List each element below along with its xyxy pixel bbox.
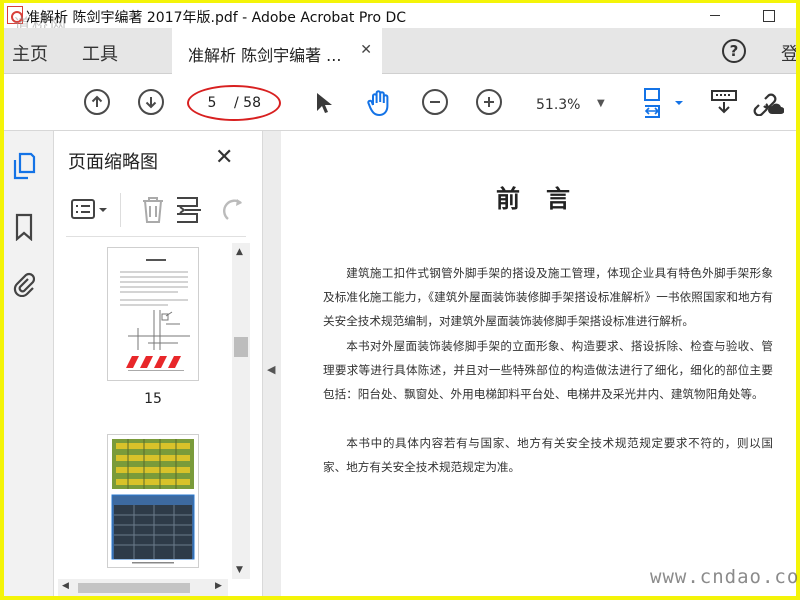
thumbnail-16-preview [111, 439, 195, 564]
thumbnail-page-label: 15 [144, 391, 162, 407]
panel-toolbar [66, 187, 246, 237]
select-arrow-icon[interactable] [314, 91, 332, 119]
attachment-icon[interactable] [10, 268, 38, 298]
document-paragraph: 本书中的具体内容若有与国家、地方有关安全技术规范规定要求不符的，则以国家、地方有… [323, 436, 773, 475]
zoom-dropdown-icon[interactable]: ▼ [597, 98, 605, 109]
page-navigator: / 58 [187, 85, 281, 121]
arrow-up-circle-icon[interactable] [84, 89, 110, 115]
bookmark-icon[interactable] [10, 212, 38, 242]
page-number-input[interactable] [197, 92, 227, 114]
insert-page-icon[interactable] [174, 195, 204, 229]
thumbnail-15-preview [120, 259, 190, 371]
thumbnail-options-icon[interactable] [70, 198, 110, 226]
maximize-button[interactable] [746, 3, 792, 28]
tab-document-label: 准解析 陈剑宇编著 ... [188, 46, 342, 65]
zoom-value[interactable]: 51.3% [536, 97, 580, 113]
toolbar: / 58 51.3% ▼ [4, 74, 796, 131]
zoom-out-icon[interactable] [422, 89, 448, 115]
scroll-mode-icon[interactable] [710, 88, 738, 120]
fit-page-icon[interactable] [642, 87, 686, 123]
link-icon[interactable] [750, 88, 785, 120]
zoom-in-icon[interactable] [476, 89, 502, 115]
scroll-down-icon[interactable]: ▼ [236, 565, 243, 575]
hand-icon[interactable] [364, 88, 394, 122]
minimize-button[interactable] [692, 3, 738, 28]
thumbnails-panel: 页面缩略图 ✕ 15 ▲ ▼ ◀ ▶ [54, 131, 263, 596]
collapse-panel-icon[interactable]: ◀ [267, 363, 275, 376]
panel-close-icon[interactable]: ✕ [215, 145, 233, 170]
scroll-up-icon[interactable]: ▲ [236, 247, 243, 257]
tab-document[interactable]: 准解析 陈剑宇编著 ... ✕ [172, 28, 382, 74]
document-paragraph: 建筑施工扣件式钢管外脚手架的搭设及施工管理，体现企业具有特色外脚手架形象及标准化… [323, 266, 773, 329]
window-title: 准解析 陈剑宇编著 2017年版.pdf - Adobe Acrobat Pro… [26, 10, 407, 26]
tab-close-icon[interactable]: ✕ [360, 42, 372, 58]
toolbar-divider [120, 193, 121, 227]
navigation-rail [4, 131, 54, 596]
scroll-right-icon[interactable]: ▶ [215, 581, 222, 591]
panel-title: 页面缩略图 [68, 152, 158, 173]
help-icon[interactable]: ? [722, 39, 746, 63]
document-paragraph: 本书对外屋面装饰装修脚手架的立面形象、构造要求、搭设拆除、检查与验收、管理要求等… [323, 339, 773, 402]
title-bar: 道桥网 准解析 陈剑宇编著 2017年版.pdf - Adobe Acrobat… [4, 3, 796, 34]
watermark-bottom: www.cndao.com [650, 566, 800, 588]
document-view[interactable]: 前言 建筑施工扣件式钢管外脚手架的搭设及施工管理，体现企业具有特色外脚手架形象及… [281, 131, 796, 596]
tab-login[interactable]: 登 [781, 40, 796, 66]
horizontal-scrollbar[interactable]: ◀ ▶ [58, 579, 228, 596]
horizontal-scroll-thumb[interactable] [78, 583, 190, 593]
thumbnail-page-15[interactable] [107, 247, 199, 381]
delete-page-icon[interactable] [140, 195, 166, 229]
tab-home[interactable]: 主页 [12, 40, 48, 66]
page-total: / 58 [234, 95, 261, 111]
arrow-down-circle-icon[interactable] [138, 89, 164, 115]
vertical-scrollbar[interactable]: ▲ ▼ [232, 243, 250, 579]
panel-collapse-strip[interactable]: ◀ [263, 131, 281, 596]
thumbnail-page-16[interactable] [107, 434, 199, 568]
page-thumbnails-icon[interactable] [10, 151, 38, 181]
vertical-scroll-thumb[interactable] [234, 337, 248, 357]
tab-tools[interactable]: 工具 [82, 40, 118, 66]
tab-bar: 主页 工具 准解析 陈剑宇编著 ... ✕ ? 登 [4, 28, 796, 74]
rotate-page-icon[interactable] [222, 195, 246, 229]
scroll-left-icon[interactable]: ◀ [62, 581, 69, 591]
document-heading: 前言 [496, 184, 596, 213]
acrobat-window: 道桥网 准解析 陈剑宇编著 2017年版.pdf - Adobe Acrobat… [4, 3, 796, 596]
